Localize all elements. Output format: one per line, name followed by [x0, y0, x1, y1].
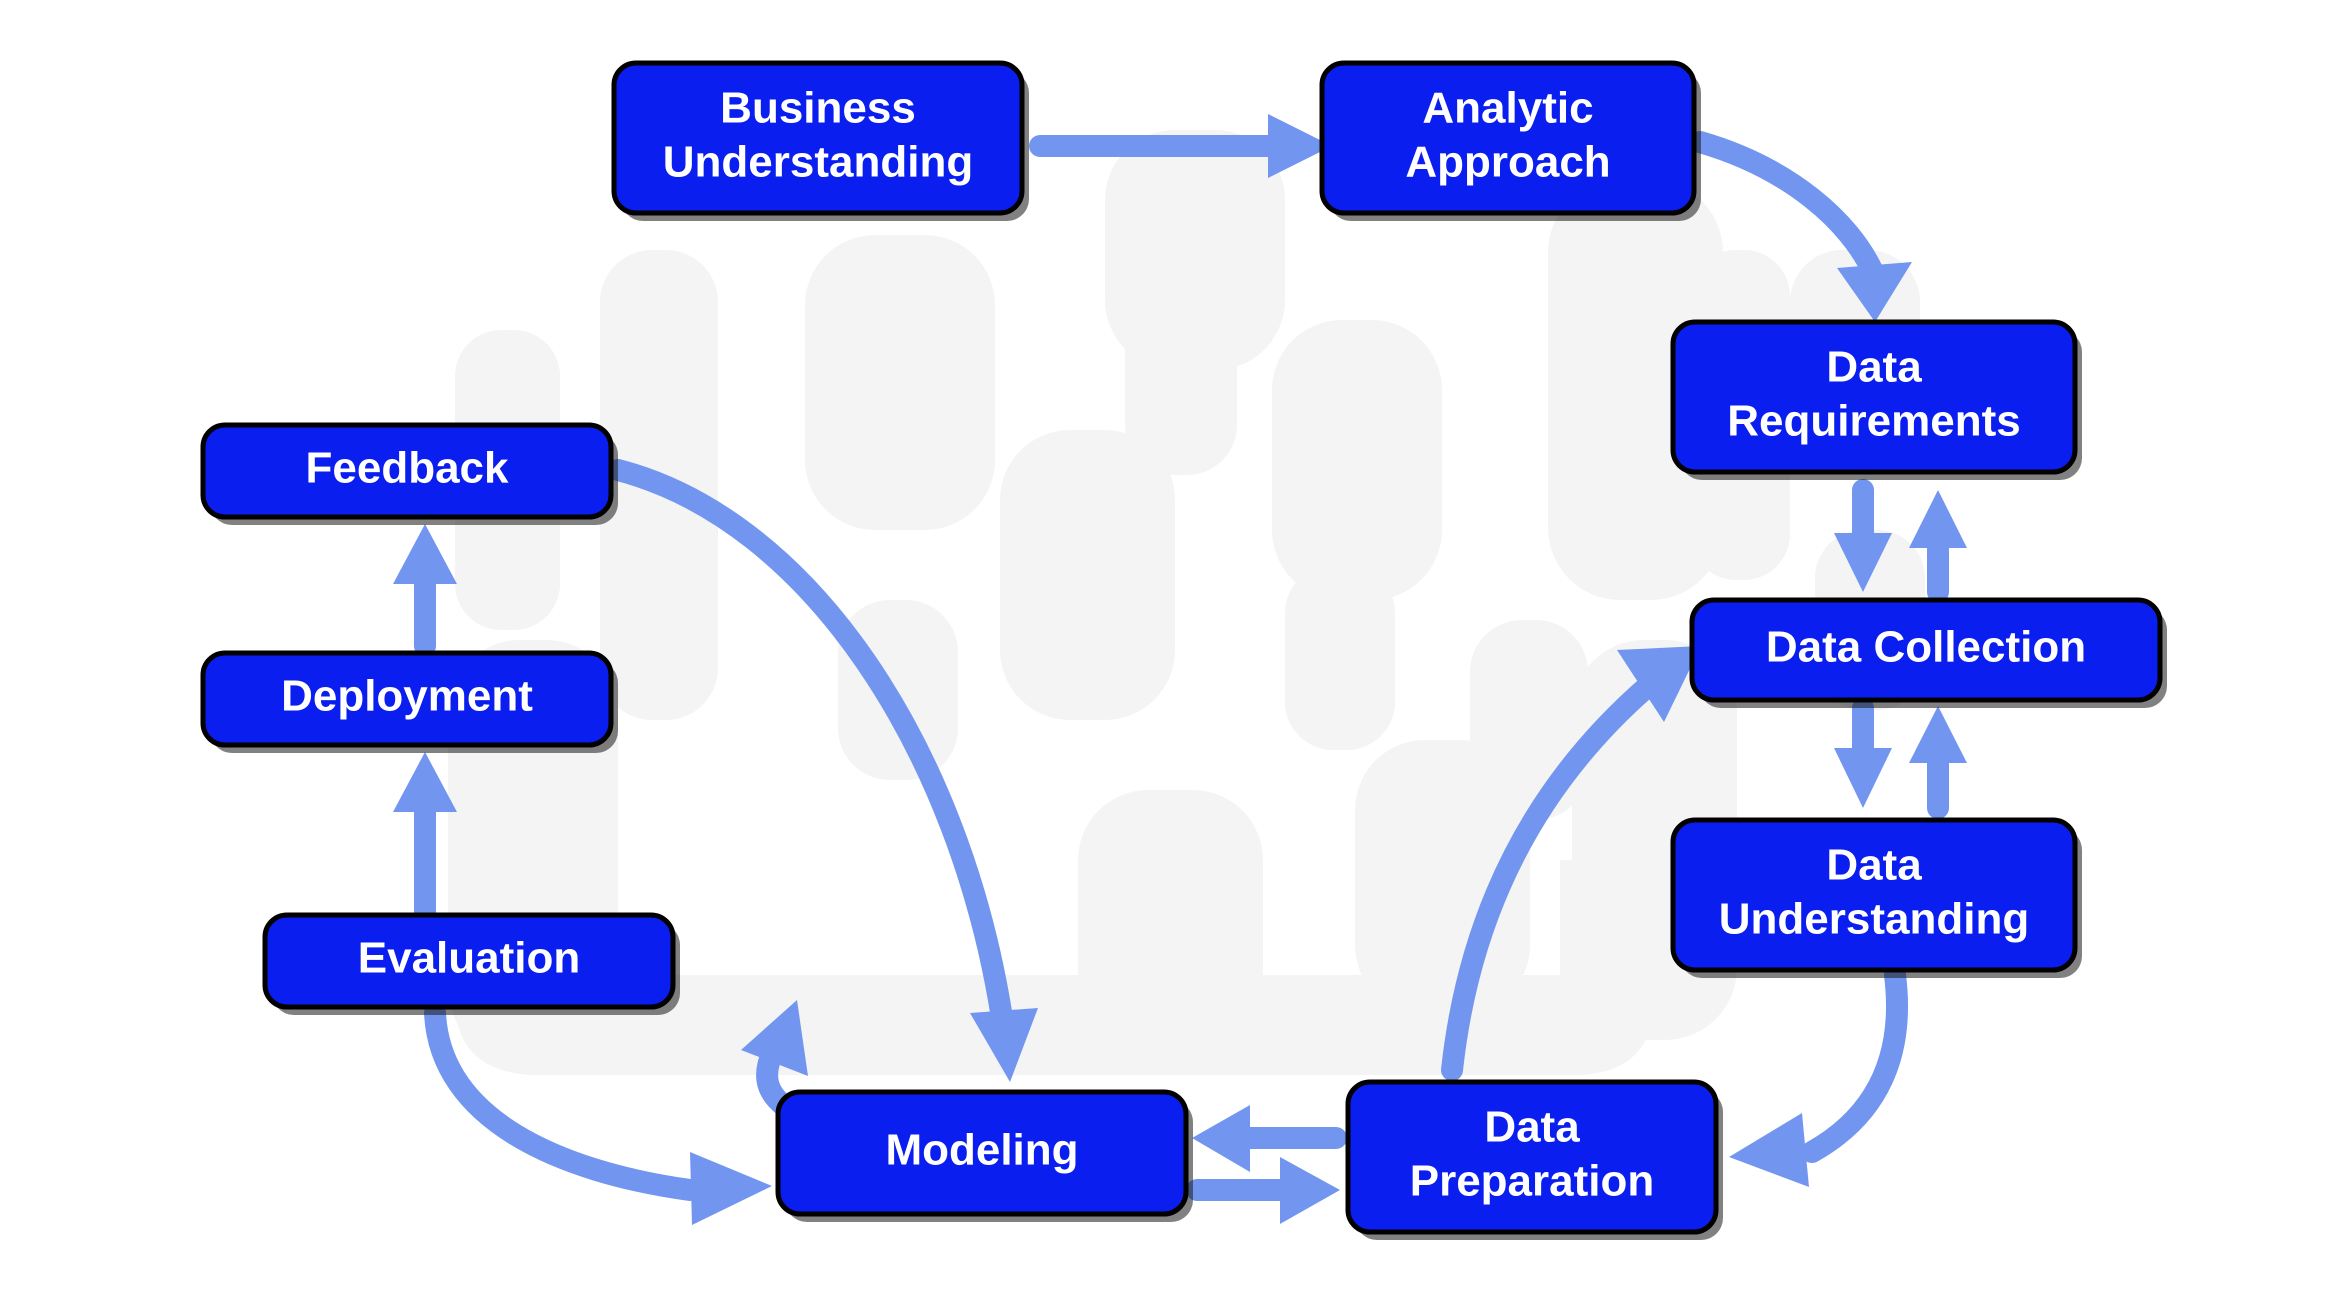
node-label: Understanding [1719, 895, 2029, 944]
node-label: Feedback [306, 444, 510, 493]
node-modeling[interactable]: Modeling [775, 1089, 1193, 1222]
node-label: Preparation [1410, 1157, 1655, 1206]
node-business-understanding[interactable]: Business Understanding [611, 60, 1029, 221]
node-label: Understanding [663, 138, 973, 187]
node-label: Evaluation [358, 934, 581, 983]
data-science-methodology-diagram: Business Understanding Analytic Approach Dat… [0, 0, 2346, 1302]
node-label: Data [1826, 841, 1922, 890]
node-label: Analytic [1422, 84, 1593, 133]
node-label: Approach [1405, 138, 1610, 187]
node-label: Data [1826, 343, 1922, 392]
node-label: Deployment [281, 672, 533, 721]
node-label: Data Collection [1766, 623, 2086, 672]
node-data-preparation[interactable]: Data Preparation [1345, 1079, 1723, 1240]
node-data-requirements[interactable]: Data Requirements [1670, 319, 2082, 480]
node-evaluation[interactable]: Evaluation [262, 912, 680, 1015]
node-deployment[interactable]: Deployment [200, 650, 618, 753]
nodes-layer: Business Understanding Analytic Approach Dat… [200, 60, 2167, 1240]
node-label: Data [1484, 1103, 1580, 1152]
node-feedback[interactable]: Feedback [200, 422, 618, 525]
node-label: Modeling [885, 1126, 1078, 1175]
node-analytic-approach[interactable]: Analytic Approach [1319, 60, 1701, 221]
node-data-understanding[interactable]: Data Understanding [1670, 817, 2082, 978]
node-label: Requirements [1727, 397, 2020, 446]
node-label: Business [720, 84, 916, 133]
node-data-collection[interactable]: Data Collection [1689, 597, 2167, 708]
